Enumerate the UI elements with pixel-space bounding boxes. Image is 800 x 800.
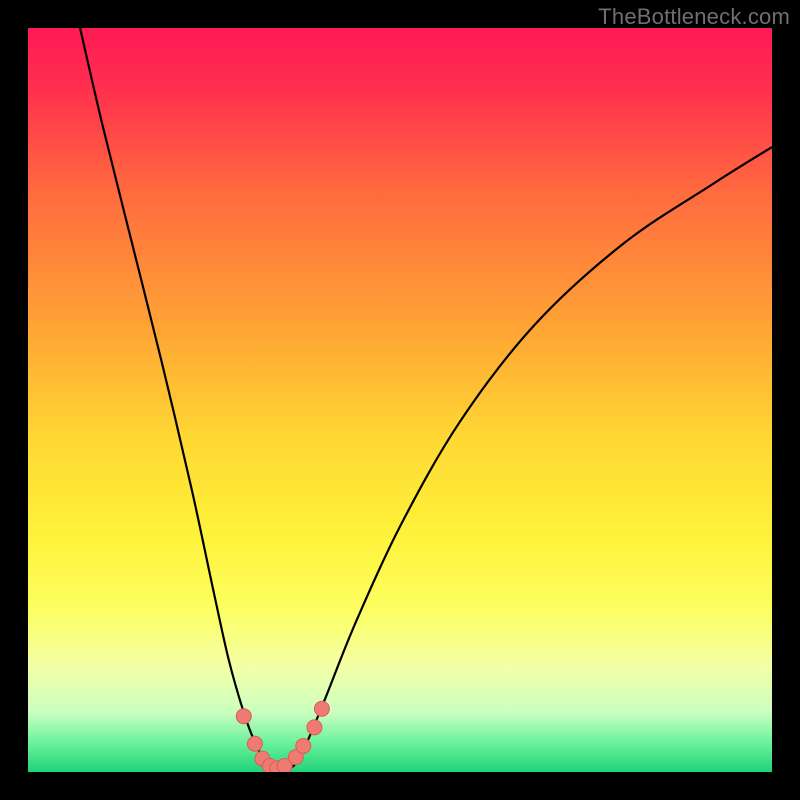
watermark-text: TheBottleneck.com (598, 4, 790, 30)
marker-dot (314, 701, 329, 716)
marker-dot (236, 709, 251, 724)
marker-dot (307, 720, 322, 735)
marker-dot (296, 738, 311, 753)
plot-area (28, 28, 772, 772)
marker-dot (247, 736, 262, 751)
chart-frame: TheBottleneck.com (0, 0, 800, 800)
gradient-background (28, 28, 772, 772)
bottleneck-chart (28, 28, 772, 772)
